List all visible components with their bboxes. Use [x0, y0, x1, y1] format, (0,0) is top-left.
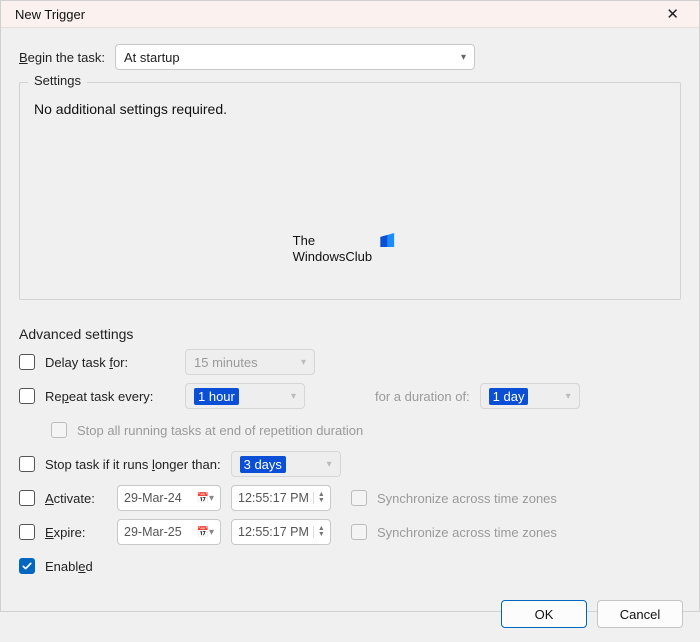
activate-label: Activate: [45, 491, 107, 506]
activate-time-input[interactable]: 12:55:17 PM ▲▼ [231, 485, 331, 511]
settings-legend: Settings [28, 73, 87, 88]
stop-long-checkbox[interactable] [19, 456, 35, 472]
delay-label: Delay task for: [45, 355, 175, 370]
chevron-down-icon: ▾ [291, 391, 296, 402]
watermark-line2: WindowsClub [293, 249, 372, 265]
repeat-label: Repeat task every: [45, 389, 175, 404]
activate-sync-checkbox [351, 490, 367, 506]
stop-long-value: 3 days [240, 456, 286, 473]
stop-long-label: Stop task if it runs longer than: [45, 457, 221, 472]
spinner-icon[interactable]: ▲▼ [313, 492, 325, 504]
activate-row: Activate: 29-Mar-24 📅▾ 12:55:17 PM ▲▼ Sy… [19, 484, 681, 512]
watermark: The WindowsClub [293, 233, 394, 264]
repeat-duration-value: 1 day [489, 388, 529, 405]
activate-date-value: 29-Mar-24 [124, 491, 182, 505]
repeat-value: 1 hour [194, 388, 239, 405]
begin-task-value: At startup [124, 50, 180, 65]
activate-time-value: 12:55:17 PM [238, 491, 309, 505]
repeat-checkbox[interactable] [19, 388, 35, 404]
expire-time-input[interactable]: 12:55:17 PM ▲▼ [231, 519, 331, 545]
activate-date-input[interactable]: 29-Mar-24 📅▾ [117, 485, 221, 511]
expire-checkbox[interactable] [19, 524, 35, 540]
ok-button[interactable]: OK [501, 600, 587, 628]
delay-combo[interactable]: 15 minutes ▾ [185, 349, 315, 375]
delay-checkbox[interactable] [19, 354, 35, 370]
begin-task-row: Begin the task: At startup ▾ [19, 44, 681, 70]
cancel-button[interactable]: Cancel [597, 600, 683, 628]
repeat-row: Repeat task every: 1 hour ▾ for a durati… [19, 382, 681, 410]
windowsclub-logo-icon [380, 233, 394, 247]
stop-long-combo[interactable]: 3 days ▾ [231, 451, 341, 477]
calendar-icon: 📅▾ [197, 527, 214, 538]
advanced-settings-title: Advanced settings [19, 326, 681, 342]
expire-sync-label: Synchronize across time zones [377, 525, 557, 540]
activate-sync-label: Synchronize across time zones [377, 491, 557, 506]
begin-task-label: Begin the task: [19, 50, 105, 65]
expire-row: Expire: 29-Mar-25 📅▾ 12:55:17 PM ▲▼ Sync… [19, 518, 681, 546]
chevron-down-icon: ▾ [327, 459, 332, 470]
no-settings-text: No additional settings required. [34, 101, 666, 117]
delay-value: 15 minutes [194, 355, 258, 370]
chevron-down-icon: ▾ [301, 357, 306, 368]
repeat-duration-combo[interactable]: 1 day ▾ [480, 383, 580, 409]
expire-date-input[interactable]: 29-Mar-25 📅▾ [117, 519, 221, 545]
chevron-down-icon: ▾ [566, 391, 571, 402]
stop-repetition-checkbox [51, 422, 67, 438]
delay-row: Delay task for: 15 minutes ▾ [19, 348, 681, 376]
enabled-checkbox[interactable] [19, 558, 35, 574]
stop-repetition-row: Stop all running tasks at end of repetit… [51, 416, 681, 444]
new-trigger-dialog: New Trigger ✕ Begin the task: At startup… [0, 0, 700, 612]
close-icon[interactable]: ✕ [658, 1, 687, 27]
chevron-down-icon: ▾ [461, 52, 466, 63]
begin-task-combo[interactable]: At startup ▾ [115, 44, 475, 70]
stop-long-row: Stop task if it runs longer than: 3 days… [19, 450, 681, 478]
repeat-interval-combo[interactable]: 1 hour ▾ [185, 383, 305, 409]
enabled-row: Enabled [19, 552, 681, 580]
stop-repetition-label: Stop all running tasks at end of repetit… [77, 423, 363, 438]
settings-group: Settings No additional settings required… [19, 82, 681, 300]
expire-date-value: 29-Mar-25 [124, 525, 182, 539]
calendar-icon: 📅▾ [197, 493, 214, 504]
window-title: New Trigger [15, 7, 85, 22]
expire-label: Expire: [45, 525, 107, 540]
activate-checkbox[interactable] [19, 490, 35, 506]
watermark-line1: The [293, 233, 372, 249]
dialog-footer: OK Cancel [1, 590, 699, 642]
dialog-content: Begin the task: At startup ▾ Settings No… [1, 28, 699, 590]
expire-time-value: 12:55:17 PM [238, 525, 309, 539]
spinner-icon[interactable]: ▲▼ [313, 526, 325, 538]
advanced-settings: Delay task for: 15 minutes ▾ Repeat task… [19, 348, 681, 580]
enabled-label: Enabled [45, 559, 93, 574]
repeat-duration-label: for a duration of: [375, 389, 470, 404]
expire-sync-checkbox [351, 524, 367, 540]
titlebar: New Trigger ✕ [1, 1, 699, 28]
